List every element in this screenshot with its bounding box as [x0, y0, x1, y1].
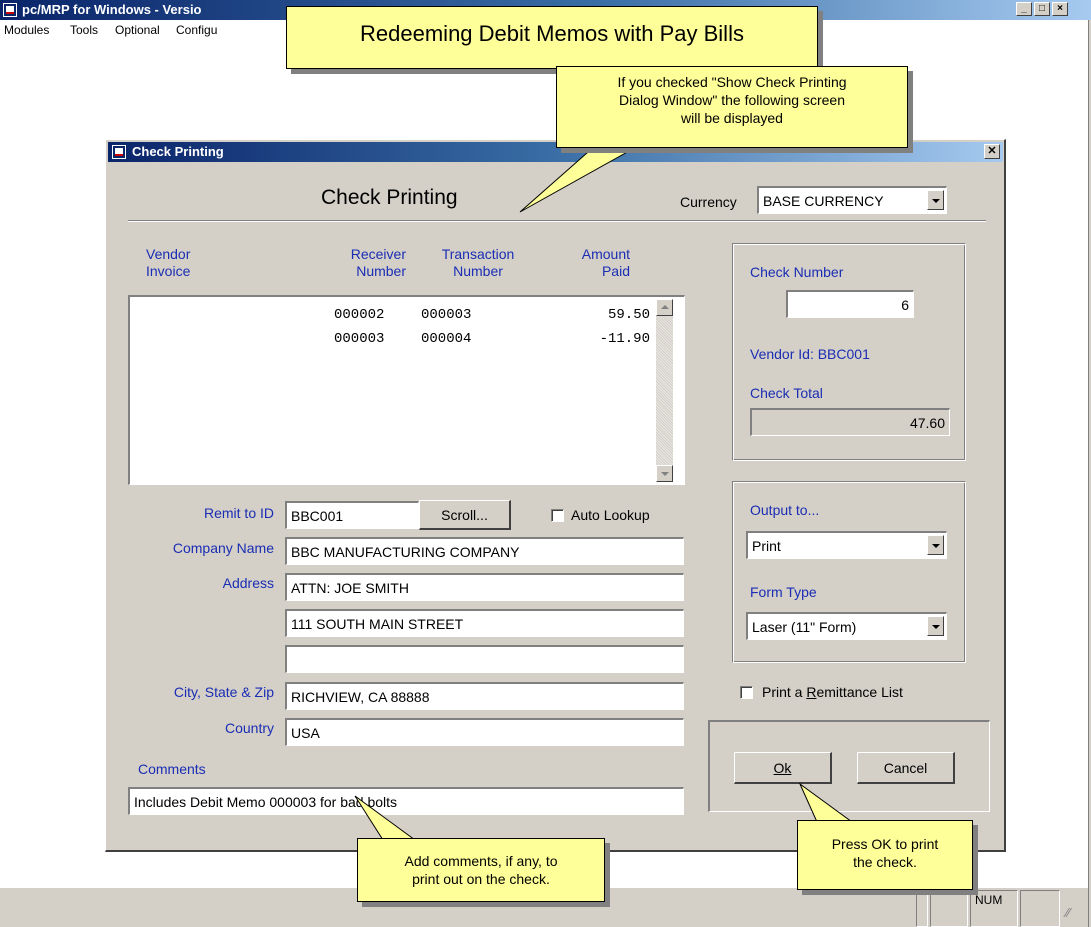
chevron-down-icon[interactable] — [927, 616, 944, 636]
status-pane — [930, 890, 968, 927]
column-vendor-invoice: Vendor Invoice — [146, 246, 191, 279]
menu-modules[interactable]: Modules — [4, 23, 49, 37]
dialog-heading: Check Printing — [321, 186, 458, 209]
check-number-label: Check Number — [750, 264, 844, 280]
status-pane — [916, 890, 928, 927]
cancel-button-label: Cancel — [883, 760, 928, 776]
menu-optional[interactable]: Optional — [115, 23, 160, 37]
remit-to-label: Remit to ID — [203, 505, 274, 521]
output-to-select[interactable]: Print — [746, 531, 947, 559]
form-type-select[interactable]: Laser (11" Form) — [746, 612, 947, 640]
cell-amount: -11.90 — [599, 331, 650, 347]
cell-amount: 59.50 — [607, 307, 650, 323]
banner-callout: Redeeming Debit Memos with Pay Bills — [286, 6, 818, 69]
close-icon[interactable]: × — [1052, 2, 1068, 16]
maximize-icon[interactable]: □ — [1034, 2, 1050, 16]
divider — [128, 220, 986, 222]
list-scrollbar[interactable] — [656, 299, 673, 482]
address-label: Address — [222, 575, 274, 591]
scroll-button-label: Scroll... — [441, 507, 488, 523]
ok-note-callout: Press OK to print the check. — [797, 820, 973, 890]
scroll-down-icon[interactable] — [656, 465, 673, 482]
comments-input[interactable]: Includes Debit Memo 000003 for bad bolts — [128, 787, 684, 815]
country-label: Country — [224, 720, 274, 736]
company-name-label: Company Name — [172, 540, 274, 556]
dialog-close-icon[interactable]: ✕ — [984, 144, 1000, 159]
cell-receiver: 000002 — [334, 307, 385, 323]
chevron-down-icon[interactable] — [927, 190, 944, 210]
address-line2-input[interactable]: 111 SOUTH MAIN STREET — [285, 609, 684, 637]
scroll-button[interactable]: Scroll... — [419, 500, 511, 530]
transaction-list[interactable]: 000002 000003 59.50 000003 000004 -11.90 — [128, 295, 685, 485]
status-num: NUM — [970, 890, 1018, 927]
check-total-value: 47.60 — [750, 408, 950, 436]
ok-button-label: Ok — [773, 760, 792, 776]
check-number-input[interactable]: 6 — [786, 290, 914, 318]
output-to-value: Print — [752, 538, 781, 554]
dialog-note-callout: If you checked "Show Check Printing Dial… — [556, 66, 908, 148]
ok-button[interactable]: Ok — [734, 752, 832, 784]
form-type-value: Laser (11" Form) — [752, 619, 857, 635]
remittance-label: Print a Remittance List — [762, 684, 903, 700]
menu-tools[interactable]: Tools — [70, 23, 98, 37]
cell-receiver: 000003 — [334, 331, 385, 347]
vendor-id-value: BBC001 — [817, 346, 870, 362]
address-line3-input[interactable] — [285, 645, 684, 673]
comments-label: Comments — [138, 761, 206, 777]
currency-select[interactable]: BASE CURRENCY — [757, 186, 947, 214]
comments-note-callout: Add comments, if any, to print out on th… — [357, 838, 605, 902]
city-input[interactable]: RICHVIEW, CA 88888 — [285, 682, 684, 710]
vendor-id-label: Vendor Id: BBC001 — [750, 346, 870, 362]
dialog-icon — [112, 145, 126, 159]
list-item[interactable]: 000002 000003 59.50 — [130, 307, 670, 327]
status-pane — [1020, 890, 1060, 927]
country-input[interactable]: USA — [285, 718, 684, 746]
column-amount-paid: Amount Paid — [581, 246, 630, 279]
column-receiver-number: Receiver Number — [350, 246, 406, 279]
cell-transaction: 000004 — [421, 331, 472, 347]
auto-lookup-label: Auto Lookup — [571, 507, 650, 523]
company-name-input[interactable]: BBC MANUFACTURING COMPANY — [285, 537, 684, 565]
remittance-checkbox[interactable] — [740, 686, 753, 699]
check-total-label: Check Total — [750, 385, 823, 401]
app-icon — [3, 3, 17, 17]
list-item[interactable]: 000003 000004 -11.90 — [130, 331, 670, 351]
currency-label: Currency — [680, 194, 737, 210]
currency-value: BASE CURRENCY — [763, 193, 884, 209]
remit-to-input[interactable]: BBC001 — [285, 501, 419, 529]
column-transaction-number: Transaction Number — [441, 246, 515, 279]
minimize-icon[interactable]: _ — [1016, 2, 1032, 16]
auto-lookup-checkbox[interactable] — [551, 509, 564, 522]
menu-configure[interactable]: Configu — [176, 23, 217, 37]
form-type-label: Form Type — [750, 584, 817, 600]
dialog-title: Check Printing — [132, 144, 224, 159]
cancel-button[interactable]: Cancel — [857, 752, 955, 784]
chevron-down-icon[interactable] — [927, 535, 944, 555]
cell-transaction: 000003 — [421, 307, 472, 323]
output-to-label: Output to... — [750, 502, 820, 518]
resize-grip-icon[interactable]: ⁄⁄ — [1066, 905, 1070, 920]
address-line1-input[interactable]: ATTN: JOE SMITH — [285, 573, 684, 601]
app-title: pc/MRP for Windows - Versio — [22, 2, 202, 17]
scroll-up-icon[interactable] — [656, 299, 673, 316]
city-label: City, State & Zip — [173, 684, 274, 700]
